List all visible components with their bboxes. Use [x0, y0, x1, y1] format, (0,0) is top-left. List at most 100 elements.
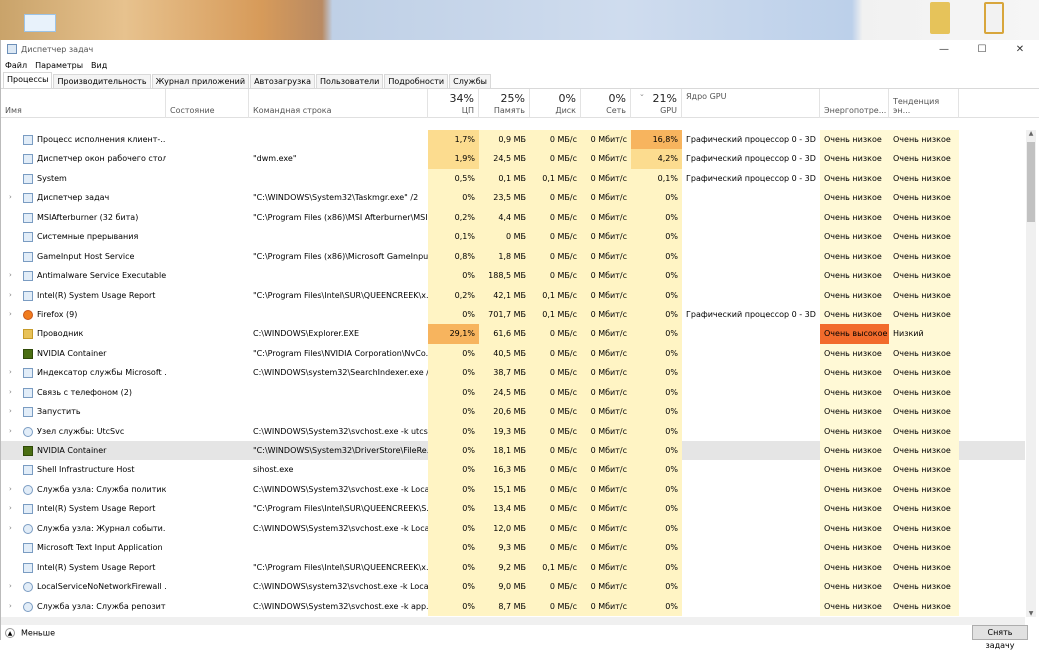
- column-header-network[interactable]: 0% Сеть: [581, 89, 631, 118]
- memory-cell: 24,5 МБ: [479, 149, 530, 169]
- expand-chevron-icon[interactable]: ›: [9, 519, 17, 538]
- memory-cell: 12,0 МБ: [479, 518, 530, 539]
- gpu-cell: 0%: [631, 557, 682, 578]
- gpu-engine-cell: [682, 538, 820, 557]
- tab-app-history[interactable]: Журнал приложений: [151, 74, 250, 88]
- process-row[interactable]: Диспетчер окон рабочего стола "dwm.exe" 1,…: [1, 149, 1025, 169]
- expand-chevron-icon[interactable]: ›: [9, 383, 17, 402]
- gpu-engine-cell: [682, 188, 820, 207]
- process-row[interactable]: › Диспетчер задач "C:\WINDOWS\System32\Tas…: [1, 188, 1025, 208]
- disk-cell: 0,1 МБ/с: [530, 304, 581, 325]
- process-row[interactable]: › Узел службы: UtcSvc C:\WINDOWS\System32\…: [1, 421, 1025, 441]
- expand-chevron-icon[interactable]: ›: [9, 188, 17, 207]
- expand-chevron-icon[interactable]: ›: [9, 577, 17, 596]
- horizontal-scrollbar[interactable]: [1, 617, 1025, 625]
- expand-chevron-icon[interactable]: ›: [9, 480, 17, 499]
- expand-chevron-icon[interactable]: ›: [9, 402, 17, 421]
- scroll-down-icon[interactable]: ▼: [1026, 610, 1036, 617]
- process-row[interactable]: NVIDIA Container "C:\WINDOWS\System32\Dri…: [1, 441, 1025, 461]
- expand-chevron-icon[interactable]: ›: [9, 499, 17, 518]
- cpu-cell: 1,7%: [428, 130, 479, 150]
- gpu-engine-cell: [682, 519, 820, 538]
- process-row[interactable]: › Antimalware Service Executable 0% 188,5 М…: [1, 266, 1025, 286]
- process-row[interactable]: › Firefox (9) 0% 701,7 МБ 0,1 МБ/с 0 Мбит/с 0%…: [1, 304, 1025, 325]
- process-row[interactable]: Процесс исполнения клиент-... 1,7% 0,9 МБ 0…: [1, 130, 1025, 150]
- process-row[interactable]: › Связь с телефоном (2) 0% 24,5 МБ 0 МБ/с 0 М…: [1, 382, 1025, 403]
- process-row[interactable]: › Служба узла: Служба репозит... C:\WINDOW…: [1, 596, 1025, 616]
- desktop-icon-selection[interactable]: [24, 14, 56, 32]
- network-cell: 0 Мбит/с: [581, 343, 631, 364]
- command-line-cell: [249, 402, 428, 421]
- process-row[interactable]: › Служба узла: Журнал событи... C:\WINDOWS…: [1, 518, 1025, 539]
- minimize-button[interactable]: —: [925, 44, 963, 55]
- process-row[interactable]: Microsoft Text Input Application 0% 9,3 МБ…: [1, 538, 1025, 558]
- column-header-status[interactable]: Состояние: [166, 89, 249, 118]
- expand-chevron-icon[interactable]: ›: [9, 286, 17, 305]
- folder-icon[interactable]: [984, 2, 1004, 34]
- disk-cell: 0 МБ/с: [530, 421, 581, 441]
- power-usage-cell: Очень низкое: [820, 518, 889, 539]
- column-header-command-line[interactable]: Командная строка: [249, 89, 428, 118]
- process-row[interactable]: GameInput Host Service "C:\Program Files …: [1, 246, 1025, 267]
- process-row[interactable]: › Запустить 0% 20,6 МБ 0 МБ/с 0 Мбит/с 0% Очень…: [1, 402, 1025, 422]
- process-name-cell: › Узел службы: UtcSvc: [1, 422, 166, 441]
- maximize-button[interactable]: ☐: [963, 44, 1001, 55]
- process-row[interactable]: › Intel(R) System Usage Report "C:\Program…: [1, 499, 1025, 519]
- column-header-power-usage[interactable]: Энергопотре...: [820, 89, 889, 118]
- close-button[interactable]: ✕: [1001, 44, 1039, 55]
- process-name: Intel(R) System Usage Report: [37, 562, 156, 572]
- menu-options[interactable]: Параметры: [35, 61, 83, 70]
- expand-chevron-icon[interactable]: ›: [9, 422, 17, 441]
- menu-view[interactable]: Вид: [91, 61, 107, 70]
- column-header-power-trend[interactable]: Тенденция эн...: [889, 89, 959, 118]
- process-name-cell: › Служба узла: Служба политик...: [1, 480, 166, 499]
- memory-cell: 38,7 МБ: [479, 363, 530, 383]
- column-header-disk[interactable]: 0% Диск: [530, 89, 581, 118]
- process-row[interactable]: › Служба узла: Служба политик... C:\WINDOW…: [1, 479, 1025, 500]
- menu-file[interactable]: Файл: [5, 61, 27, 70]
- process-name: Служба узла: Служба политик...: [37, 484, 166, 494]
- expand-chevron-icon[interactable]: ›: [9, 305, 17, 324]
- scrollbar-thumb[interactable]: [1027, 142, 1035, 222]
- process-row[interactable]: System 0,5% 0,1 МБ 0,1 МБ/с 0 Мбит/с 0,1% Граф…: [1, 168, 1025, 189]
- folder-icon[interactable]: [930, 2, 950, 34]
- tab-details[interactable]: Подробности: [384, 74, 449, 88]
- process-row[interactable]: Проводник C:\WINDOWS\Explorer.EXE 29,1% 61,…: [1, 324, 1025, 344]
- expand-chevron-icon[interactable]: ›: [9, 266, 17, 285]
- column-header-gpu-engine[interactable]: Ядро GPU: [682, 89, 820, 118]
- tab-performance[interactable]: Производительность: [53, 74, 151, 88]
- column-header-cpu[interactable]: 34% ЦП: [428, 89, 479, 118]
- process-row[interactable]: Shell Infrastructure Host sihost.exe 0% 16,…: [1, 460, 1025, 480]
- scroll-up-icon[interactable]: ▲: [1026, 130, 1036, 137]
- tab-processes[interactable]: Процессы: [3, 72, 53, 88]
- process-row[interactable]: Intel(R) System Usage Report "C:\Program …: [1, 557, 1025, 578]
- column-header-gpu[interactable]: ⌄ 21% GPU: [631, 89, 682, 118]
- process-name: Служба узла: Журнал событи...: [37, 523, 166, 533]
- cpu-cell: 0,2%: [428, 207, 479, 228]
- disk-cell: 0 МБ/с: [530, 324, 581, 344]
- process-row[interactable]: Системные прерывания 0,1% 0 МБ 0 МБ/с 0 Мбит…: [1, 227, 1025, 247]
- disk-cell: 0 МБ/с: [530, 207, 581, 228]
- process-name: Связь с телефоном (2): [37, 387, 132, 397]
- expand-chevron-icon[interactable]: ›: [9, 597, 17, 616]
- app-icon: [23, 212, 33, 223]
- tab-users[interactable]: Пользователи: [315, 74, 384, 88]
- expand-chevron-icon[interactable]: ›: [9, 363, 17, 382]
- gpu-cell: 0,1%: [631, 168, 682, 189]
- gpu-cell: 0%: [631, 382, 682, 403]
- process-row[interactable]: › Intel(R) System Usage Report "C:\Program…: [1, 285, 1025, 305]
- process-row[interactable]: MSIAfterburner (32 бита) "C:\Program File…: [1, 207, 1025, 228]
- power-usage-cell: Очень низкое: [820, 168, 889, 189]
- vertical-scrollbar[interactable]: ▲ ▼: [1026, 130, 1036, 617]
- fewer-details-button[interactable]: ▲ Меньше: [5, 628, 55, 638]
- column-header-name[interactable]: Имя: [1, 89, 166, 118]
- tab-startup[interactable]: Автозагрузка: [250, 74, 315, 88]
- process-row[interactable]: NVIDIA Container "C:\Program Files\NVIDIA…: [1, 343, 1025, 364]
- process-row[interactable]: › LocalServiceNoNetworkFirewall ... C:\WIN…: [1, 577, 1025, 597]
- network-cell: 0 Мбит/с: [581, 577, 631, 597]
- process-row[interactable]: › Индексатор службы Microsoft ... C:\WINDO…: [1, 363, 1025, 383]
- end-task-button[interactable]: Снять задачу: [972, 625, 1028, 650]
- gpu-cell: 0%: [631, 577, 682, 597]
- column-header-memory[interactable]: 25% Память: [479, 89, 530, 118]
- tab-services[interactable]: Службы: [449, 74, 491, 88]
